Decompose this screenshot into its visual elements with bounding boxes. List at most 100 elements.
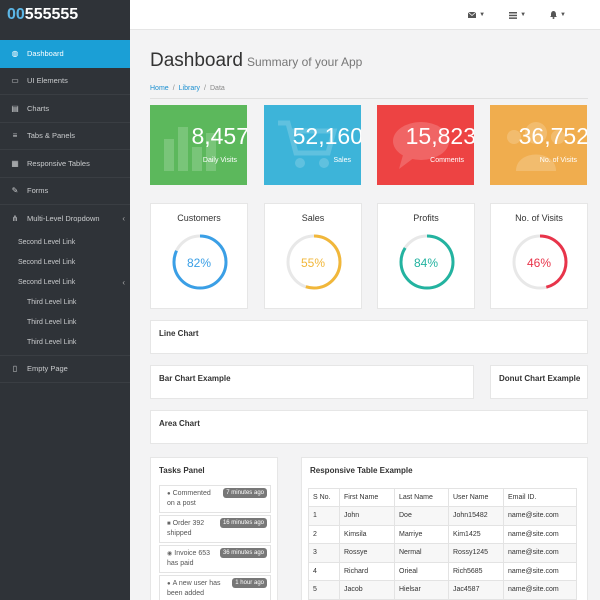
page-title: Dashboard Summary of your App (150, 50, 363, 71)
alerts-dropdown[interactable]: ▼ (550, 11, 566, 19)
comment-icon: ● (167, 491, 171, 497)
breadcrumb: Home / Library / Data (150, 85, 225, 92)
bars-icon: ≡ (12, 131, 18, 141)
table-header-row: S No. First Name Last Name User Name Ema… (308, 488, 577, 507)
gauge-card-profits: Profits 84% (377, 203, 475, 309)
sidebar-second-level-link[interactable]: Second Level Link (0, 252, 130, 273)
panel-title: Tasks Panel (159, 466, 205, 475)
chart-icon: ▤ (11, 103, 19, 113)
sidebar-item-charts[interactable]: ▤ Charts (0, 95, 130, 123)
panel-title: Line Chart (159, 329, 199, 338)
list-item[interactable]: ● A new user has been added 1 hour ago (159, 575, 271, 600)
envelope-icon (468, 12, 477, 18)
sidebar-item-empty-page[interactable]: ▯ Empty Page (0, 354, 130, 383)
truck-icon: ■ (167, 521, 171, 527)
table-row[interactable]: 4 Richard Orieal Rich5685 name@site.com (308, 561, 577, 581)
top-navbar: 00555555 ▼ ▼ ▼ (0, 0, 600, 30)
stat-label: Daily Visits (202, 157, 237, 164)
stat-label: No. of Visits (539, 157, 577, 164)
sidebar-third-level-link[interactable]: Third Level Link (0, 312, 130, 333)
panel-title: Bar Chart Example (159, 374, 231, 383)
gauge-value: 84% (413, 256, 439, 270)
file-icon: ▯ (12, 364, 18, 373)
time-badge: 36 minutes ago (219, 548, 267, 558)
time-badge: 16 minutes ago (219, 518, 267, 528)
column-header[interactable]: Email ID. (503, 488, 577, 507)
stat-card-comments: 15,823 Comments (377, 105, 474, 185)
stat-value: 8,457 (191, 123, 247, 149)
line-chart-panel: Line Chart (150, 320, 588, 354)
sidebar-third-level-link[interactable]: Third Level Link (0, 292, 130, 313)
breadcrumb-library[interactable]: Library (179, 85, 200, 92)
gauge-title: Profits (413, 213, 439, 223)
gauge-value: 46% (526, 256, 552, 270)
breadcrumb-current: Data (210, 85, 225, 92)
messages-dropdown[interactable]: ▼ (468, 12, 485, 18)
tasks-icon (509, 11, 518, 19)
desktop-icon: ▭ (11, 76, 19, 86)
sidebar: ◍ Dashboard ▭ UI Elements ▤ Charts ≡ Tab… (0, 30, 130, 600)
column-header[interactable]: First Name (339, 488, 395, 507)
sidebar-item-tabs-panels[interactable]: ≡ Tabs & Panels (0, 123, 130, 150)
sidebar-third-level-link[interactable]: Third Level Link (0, 332, 130, 353)
gauge-card-customers: Customers 82% (150, 203, 248, 309)
stat-value: 15,823 (405, 123, 474, 149)
stat-card-daily-visits: 8,457 Daily Visits (150, 105, 247, 185)
page-subtitle: Summary of your App (246, 55, 363, 69)
chevron-down-icon: ▼ (520, 12, 527, 18)
tasks-panel: Tasks Panel ● Commented on a post 7 minute… (150, 457, 278, 600)
gauge-card-sales: Sales 55% (264, 203, 362, 309)
dashboard-icon: ◍ (11, 49, 19, 59)
column-header[interactable]: User Name (448, 488, 504, 507)
table-row[interactable]: 1 John Doe John15482 name@site.com (308, 506, 577, 526)
chevron-down-icon: ▼ (560, 12, 566, 18)
stat-label: Sales (333, 157, 351, 164)
sidebar-item-multi-level-dropdown[interactable]: ⋔ Multi-Level Dropdown ‹ (0, 205, 130, 233)
table-icon: ▦ (11, 158, 19, 168)
tasks-dropdown[interactable]: ▼ (509, 11, 527, 19)
brand-logo[interactable]: 00555555 (0, 0, 130, 30)
panel-title: Area Chart (159, 419, 200, 428)
edit-icon: ✎ (11, 186, 19, 196)
gauge-title: Customers (177, 213, 221, 223)
divider (150, 98, 588, 99)
list-item[interactable]: ◉ Invoice 653 has paid 36 minutes ago (159, 545, 271, 573)
bell-icon (550, 11, 558, 19)
area-chart-panel: Area Chart (150, 410, 588, 444)
stat-value: 36,752 (518, 123, 587, 149)
stat-label: Comments (430, 157, 464, 164)
bar-chart-panel: Bar Chart Example (150, 365, 474, 399)
sidebar-item-ui-elements[interactable]: ▭ UI Elements (0, 68, 130, 95)
main-content: Dashboard Summary of your App Home / Libr… (130, 30, 600, 600)
time-badge: 7 minutes ago (223, 488, 267, 498)
list-item[interactable]: ■ Order 392 shipped 16 minutes ago (159, 515, 271, 543)
table-row[interactable]: 3 Rossye Nermal Rossy1245 name@site.com (308, 543, 577, 563)
sidebar-item-responsive-tables[interactable]: ▦ Responsive Tables (0, 150, 130, 178)
gauge-card-visits: No. of Visits 46% (490, 203, 588, 309)
stat-value: 52,160 (292, 123, 361, 149)
gauge-title: No. of Visits (515, 213, 563, 223)
user-icon: ● (167, 581, 171, 587)
sitemap-icon: ⋔ (11, 214, 19, 224)
sidebar-item-dashboard[interactable]: ◍ Dashboard (0, 40, 130, 68)
table-row[interactable]: 5 Jacob Hielsar Jac4587 name@site.com (308, 580, 577, 600)
stat-card-visits: 36,752 No. of Visits (490, 105, 587, 185)
donut-chart-panel: Donut Chart Example (490, 365, 588, 399)
list-item[interactable]: ● Commented on a post 7 minutes ago (159, 485, 271, 513)
breadcrumb-home[interactable]: Home (150, 85, 169, 92)
chevron-left-icon: ‹ (122, 214, 125, 224)
panel-title: Donut Chart Example (499, 374, 581, 383)
panel-title: Responsive Table Example (310, 466, 413, 475)
data-table: S No. First Name Last Name User Name Ema… (308, 488, 577, 600)
stat-card-sales: 52,160 Sales (264, 105, 361, 185)
table-row[interactable]: 2 Kimsila Marriye Kim1425 name@site.com (308, 524, 577, 544)
gauge-title: Sales (301, 213, 325, 223)
sidebar-second-level-link[interactable]: Second Level Link (0, 232, 130, 253)
column-header[interactable]: S No. (308, 488, 340, 507)
gauge-value: 82% (186, 256, 212, 270)
time-badge: 1 hour ago (232, 578, 267, 588)
column-header[interactable]: Last Name (394, 488, 449, 507)
sidebar-second-level-link[interactable]: Second Level Link ‹ (0, 272, 130, 293)
gauge-value: 55% (300, 256, 326, 270)
sidebar-item-forms[interactable]: ✎ Forms (0, 178, 130, 205)
